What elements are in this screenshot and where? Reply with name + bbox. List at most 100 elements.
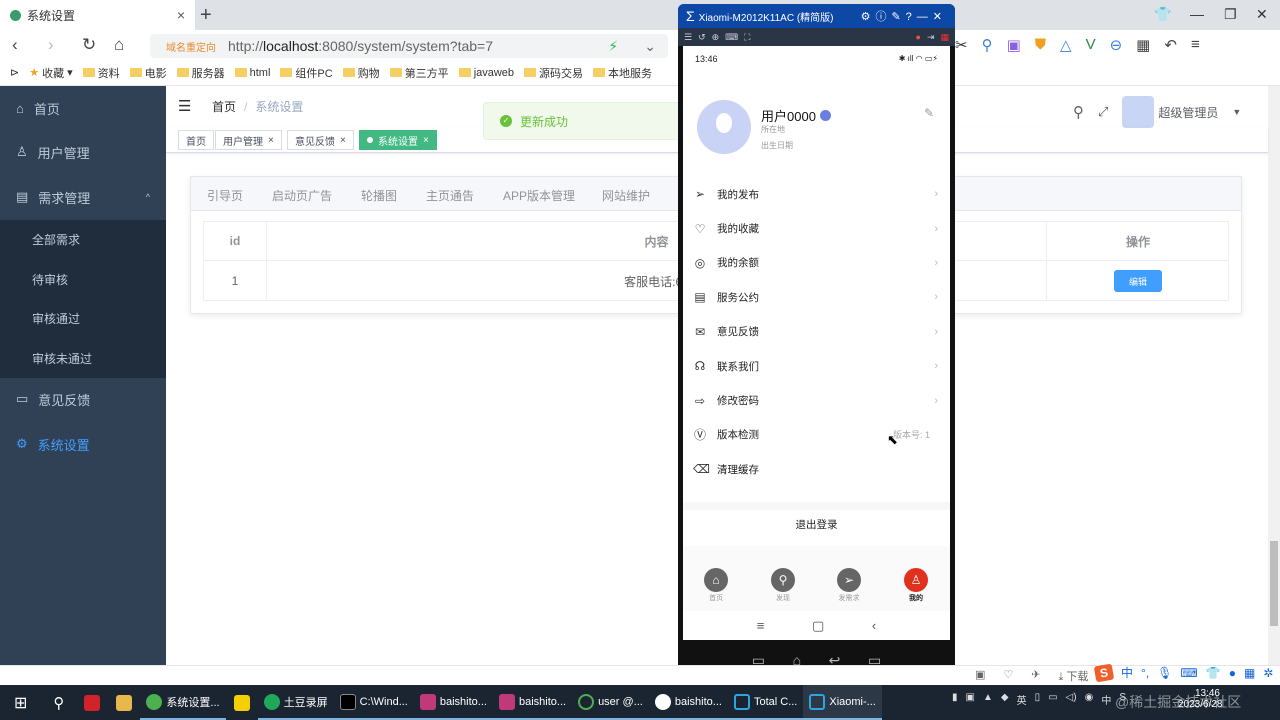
- home-square-icon[interactable]: ▢: [812, 618, 824, 634]
- punctuation-icon[interactable]: °,: [1141, 666, 1149, 680]
- menu-service-terms[interactable]: ▤ 服务公约 ›: [683, 280, 950, 314]
- fullscreen-icon[interactable]: ⤢: [1098, 104, 1108, 120]
- taskbar-item[interactable]: 土豆录屏: [257, 685, 334, 720]
- window-controls[interactable]: ⚙ⓘ✎?—✕: [861, 8, 947, 24]
- tag-users[interactable]: 用户管理 ×: [215, 130, 282, 150]
- tab-carousel[interactable]: 轮播图: [361, 187, 397, 204]
- usb-icon[interactable]: ▯: [1035, 692, 1041, 707]
- minimize-button[interactable]: —: [1190, 6, 1204, 22]
- tag-feedback[interactable]: 意见反馈 ×: [287, 130, 354, 150]
- tab-maintenance[interactable]: 网站维护: [602, 187, 650, 204]
- hamburger-icon[interactable]: ☰: [178, 97, 191, 115]
- scrollbar-thumb[interactable]: [1270, 541, 1278, 626]
- nav-mine[interactable]: ♙ 我的: [896, 568, 936, 603]
- bookmark-folder[interactable]: 组件PC: [280, 65, 333, 81]
- breadcrumb-home[interactable]: 首页: [212, 98, 236, 115]
- bookmark-folder[interactable]: 资料: [82, 65, 120, 81]
- close-icon[interactable]: ×: [340, 135, 346, 146]
- sidebar-item-feedback[interactable]: ▭ 意见反馈: [0, 377, 166, 421]
- grid-icon[interactable]: ▦: [1136, 36, 1150, 54]
- bookmark-folder[interactable]: 本地服务: [593, 65, 652, 81]
- share-icon[interactable]: ●: [916, 32, 921, 42]
- tab-notice[interactable]: 主页通告: [426, 187, 474, 204]
- edit-button[interactable]: 编辑: [1114, 270, 1162, 292]
- list-icon[interactable]: ☰: [684, 32, 692, 43]
- tag-home[interactable]: 首页: [178, 130, 214, 150]
- exit-icon[interactable]: ⇥: [927, 32, 935, 43]
- bookmark-favorites[interactable]: ★ 收藏 ▾: [29, 65, 72, 81]
- volume-icon[interactable]: ◁): [1066, 692, 1077, 707]
- new-tab-button[interactable]: +: [200, 4, 212, 27]
- settings-icon[interactable]: ✲: [1263, 666, 1273, 680]
- menu-change-password[interactable]: ⇨ 修改密码 ›: [683, 383, 950, 417]
- restore-button[interactable]: ❐: [1224, 6, 1237, 23]
- keyboard-icon[interactable]: ⌨: [725, 32, 738, 43]
- zoom-icon[interactable]: ⊕: [712, 32, 720, 43]
- back-icon[interactable]: ‹: [872, 618, 876, 633]
- forward-button[interactable]: ›: [48, 35, 54, 55]
- sidebar-item-home[interactable]: ⌂ 首页: [0, 86, 166, 130]
- triangle-app-icon[interactable]: △: [1060, 36, 1072, 54]
- taskbar-item[interactable]: Total C...: [727, 685, 804, 720]
- notes-icon[interactable]: [233, 694, 250, 711]
- back-button[interactable]: ‹: [12, 35, 18, 55]
- reload-button[interactable]: ↻: [82, 35, 96, 55]
- home-button[interactable]: ⌂: [114, 35, 124, 55]
- sidebar-subitem[interactable]: 审核未通过: [0, 339, 166, 379]
- scissors-icon[interactable]: ✂: [955, 36, 968, 54]
- minus-circle-icon[interactable]: ⊖: [1110, 36, 1123, 54]
- tag-settings[interactable]: 系统设置 ×: [359, 130, 437, 150]
- ime-cn-icon[interactable]: 中: [1101, 692, 1111, 707]
- qq-icon[interactable]: ◉: [1085, 692, 1094, 707]
- menu-feedback[interactable]: ✉ 意见反馈 ›: [683, 315, 950, 349]
- nav-post-request[interactable]: ➢ 发需求: [829, 568, 869, 603]
- taskbar-item[interactable]: C:\Wind...: [333, 685, 414, 720]
- tab-guide[interactable]: 引导页: [207, 187, 243, 204]
- sidebar-item-settings[interactable]: ⚙ 系统设置: [0, 422, 166, 466]
- bookmark-folder[interactable]: html: [234, 67, 270, 79]
- close-tab-icon[interactable]: ×: [177, 7, 185, 23]
- bookmark-folder[interactable]: 电影: [129, 65, 167, 81]
- vue-icon[interactable]: V: [1086, 36, 1096, 54]
- address-bar[interactable]: 域名重定向 http://localhost:8080/system/syste…: [150, 34, 668, 58]
- taskbar-item[interactable]: user @...: [572, 685, 649, 720]
- bookmark-folder[interactable]: 源码交易: [524, 65, 583, 81]
- close-window-button[interactable]: ✕: [1256, 6, 1268, 23]
- fullscreen-icon[interactable]: ⛶: [744, 32, 750, 43]
- caret-down-icon[interactable]: ▼: [1232, 107, 1241, 117]
- menu-my-posts[interactable]: ➢ 我的发布 ›: [683, 177, 950, 211]
- sidebar-subitem[interactable]: 待审核: [0, 260, 166, 300]
- ime-mode[interactable]: 中: [1121, 664, 1133, 681]
- mic-icon[interactable]: 🎙: [1157, 666, 1172, 680]
- undo-icon[interactable]: ↶: [1164, 36, 1177, 54]
- heart-pulse-icon[interactable]: ♡: [1003, 668, 1013, 684]
- sidebar-toggle-icon[interactable]: ⊳: [10, 66, 19, 79]
- logout-button[interactable]: 退出登录: [683, 502, 950, 538]
- rotate-icon[interactable]: ↺: [698, 32, 706, 43]
- username[interactable]: 超级管理员: [1158, 104, 1218, 121]
- menu-clear-cache[interactable]: ⌫ 清理缓存: [683, 452, 950, 486]
- tab-launch-ad[interactable]: 启动页广告: [272, 187, 332, 204]
- apps-icon[interactable]: ▦: [940, 32, 949, 43]
- nav-discover[interactable]: ⚲ 发现: [763, 568, 803, 603]
- lightning-icon[interactable]: ⚡: [608, 38, 618, 55]
- menu-favorites[interactable]: ♡ 我的收藏 ›: [683, 211, 950, 245]
- bookmark-folder[interactable]: 购物: [342, 65, 380, 81]
- shield-icon[interactable]: ⛊: [1035, 36, 1046, 54]
- tray-icon[interactable]: ▮: [952, 692, 958, 707]
- taskbar-item[interactable]: 系统设置...: [140, 685, 226, 720]
- download-button[interactable]: ⤓ 下载: [1059, 668, 1089, 684]
- skin-icon[interactable]: 👕: [1154, 6, 1171, 23]
- tab-app-version[interactable]: APP版本管理: [503, 187, 575, 204]
- browser-tab[interactable]: 系统设置 ×: [0, 0, 195, 30]
- translate-icon[interactable]: ▣: [1007, 36, 1021, 54]
- rocket-icon[interactable]: ✈: [1031, 668, 1040, 684]
- search-icon[interactable]: ⚲: [41, 694, 76, 712]
- youdao-icon[interactable]: [84, 694, 101, 711]
- taskbar-item-active[interactable]: Xiaomi-...: [803, 685, 882, 720]
- sidebar-subitem[interactable]: 审核通过: [0, 299, 166, 339]
- recents-icon[interactable]: ≡: [757, 618, 765, 633]
- tray-icon[interactable]: ◆: [1001, 692, 1009, 707]
- profile-avatar[interactable]: [697, 100, 751, 154]
- sidebar-item-requirements[interactable]: ▤ 需求管理 ^: [0, 175, 166, 219]
